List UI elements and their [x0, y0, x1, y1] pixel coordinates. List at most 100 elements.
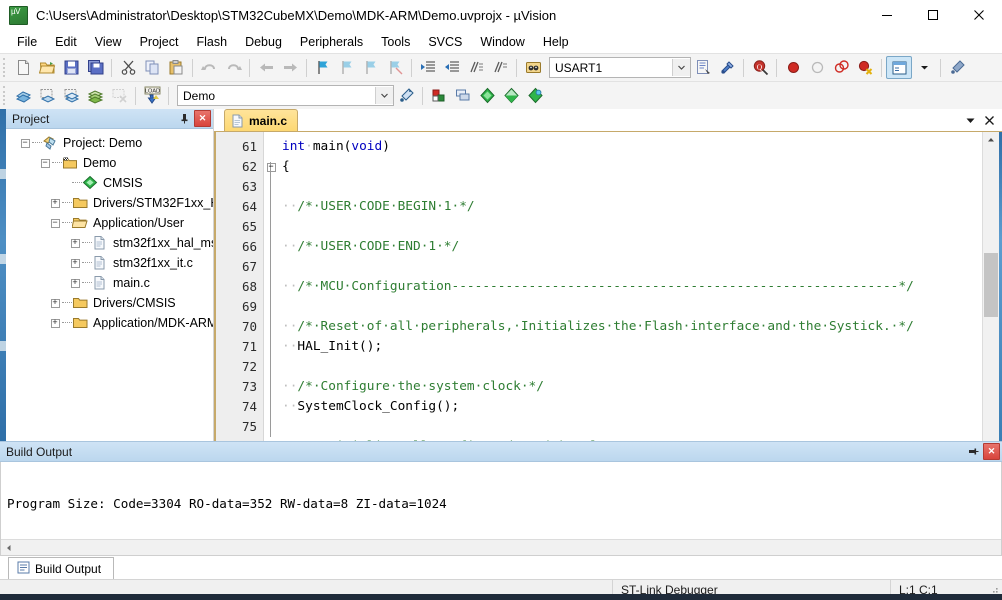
- save-all-icon[interactable]: [83, 56, 107, 79]
- editor-vertical-scrollbar[interactable]: [982, 132, 999, 441]
- menu-view[interactable]: View: [86, 33, 131, 51]
- expander-plus-icon[interactable]: +: [48, 313, 62, 333]
- chevron-down-icon[interactable]: [672, 59, 690, 76]
- project-window-toggle-icon[interactable]: [886, 56, 912, 79]
- start-debug-session-icon[interactable]: [521, 56, 545, 79]
- paste-icon[interactable]: [164, 56, 188, 79]
- expander-minus-icon[interactable]: −: [38, 153, 52, 173]
- pin-icon[interactable]: [966, 444, 981, 459]
- select-target-combo[interactable]: USART1: [549, 57, 691, 78]
- components-manager-icon[interactable]: [451, 84, 475, 107]
- options-for-target-icon[interactable]: [691, 56, 715, 79]
- minimize-icon[interactable]: [864, 0, 910, 30]
- comment-icon[interactable]: [464, 56, 488, 79]
- tree-item-target-demo[interactable]: − Demo: [6, 153, 213, 173]
- download-to-flash-icon[interactable]: LOAD: [140, 84, 164, 107]
- menu-file[interactable]: File: [8, 33, 46, 51]
- expander-plus-icon[interactable]: +: [68, 273, 82, 293]
- uncomment-icon[interactable]: [488, 56, 512, 79]
- scroll-thumb[interactable]: [984, 253, 998, 317]
- menu-tools[interactable]: Tools: [372, 33, 419, 51]
- breakpoint-icon[interactable]: [781, 56, 805, 79]
- menu-edit[interactable]: Edit: [46, 33, 86, 51]
- maximize-icon[interactable]: [910, 0, 956, 30]
- bookmark-next-icon[interactable]: [359, 56, 383, 79]
- tree-item-cmsis[interactable]: CMSIS: [6, 173, 213, 193]
- rebuild-all-icon[interactable]: [59, 84, 83, 107]
- cut-icon[interactable]: [116, 56, 140, 79]
- code-folding-column[interactable]: −: [264, 132, 278, 441]
- expander-minus-icon[interactable]: −: [18, 133, 32, 153]
- menu-flash[interactable]: Flash: [187, 33, 236, 51]
- copy-icon[interactable]: [140, 56, 164, 79]
- save-icon[interactable]: [59, 56, 83, 79]
- close-icon[interactable]: ✕: [194, 110, 211, 127]
- code-text-area[interactable]: int·main(void){ ··/*·USER·CODE·BEGIN·1·*…: [278, 132, 982, 441]
- chevron-down-icon[interactable]: [375, 87, 393, 104]
- tree-item-application-user[interactable]: − Application/User: [6, 213, 213, 233]
- find-in-files-icon[interactable]: Q: [748, 56, 772, 79]
- bottom-tab-build-output[interactable]: Build Output: [8, 557, 115, 579]
- open-file-icon[interactable]: [35, 56, 59, 79]
- pack-installer-icon[interactable]: [475, 84, 499, 107]
- bookmark-clear-icon[interactable]: [383, 56, 407, 79]
- tree-item-drivers-cmsis[interactable]: + Drivers/CMSIS: [6, 293, 213, 313]
- tree-item-main-c[interactable]: + main.c: [6, 273, 213, 293]
- undo-icon[interactable]: [197, 56, 221, 79]
- target-options-icon[interactable]: [394, 84, 418, 107]
- bookmark-prev-icon[interactable]: [335, 56, 359, 79]
- close-icon[interactable]: ✕: [983, 443, 1000, 460]
- bookmark-toggle-icon[interactable]: [311, 56, 335, 79]
- project-window-dropdown-icon[interactable]: [912, 56, 936, 79]
- build-output-horizontal-scrollbar[interactable]: [1, 539, 1001, 555]
- manage-project-items-icon[interactable]: [427, 84, 451, 107]
- tree-item-project[interactable]: − Project: Demo: [6, 133, 213, 153]
- menu-debug[interactable]: Debug: [236, 33, 291, 51]
- code-editor[interactable]: 61 62 63 64 65 66 67 68 69 70 71 72 73 7…: [214, 132, 1002, 441]
- chevron-left-icon[interactable]: [1, 540, 16, 555]
- tree-item-stm32f1xx-hal-msp[interactable]: + stm32f1xx_hal_ms: [6, 233, 213, 253]
- new-file-icon[interactable]: [11, 56, 35, 79]
- select-project-target-combo[interactable]: Demo: [177, 85, 394, 106]
- expander-plus-icon[interactable]: +: [68, 253, 82, 273]
- stop-build-icon[interactable]: [107, 84, 131, 107]
- navigate-back-icon[interactable]: [254, 56, 278, 79]
- configuration-wizard-icon[interactable]: [945, 56, 969, 79]
- expander-plus-icon[interactable]: +: [48, 193, 62, 213]
- close-icon[interactable]: [956, 0, 1002, 30]
- menu-peripherals[interactable]: Peripherals: [291, 33, 372, 51]
- tree-item-drivers-hal[interactable]: + Drivers/STM32F1xx_HA: [6, 193, 213, 213]
- software-packs-icon[interactable]: [499, 84, 523, 107]
- breakpoint-disable-icon[interactable]: [805, 56, 829, 79]
- batch-build-icon[interactable]: [83, 84, 107, 107]
- tree-item-application-mdk-arm[interactable]: + Application/MDK-ARM: [6, 313, 213, 333]
- toolbar-grip[interactable]: [3, 86, 8, 105]
- toolbar-grip[interactable]: [3, 58, 8, 77]
- expander-plus-icon[interactable]: +: [48, 293, 62, 313]
- kill-all-breakpoints-icon[interactable]: [829, 56, 853, 79]
- fold-toggle-main[interactable]: −: [264, 157, 278, 177]
- menu-help[interactable]: Help: [534, 33, 578, 51]
- build-target-icon[interactable]: [35, 84, 59, 107]
- indent-icon[interactable]: [416, 56, 440, 79]
- project-tree[interactable]: − Project: Demo − Demo CMSIS + Drivers/S…: [6, 129, 213, 441]
- translate-file-icon[interactable]: [11, 84, 35, 107]
- build-output-body[interactable]: Program Size: Code=3304 RO-data=352 RW-d…: [0, 462, 1002, 556]
- menu-project[interactable]: Project: [131, 33, 188, 51]
- scroll-track[interactable]: [983, 148, 999, 441]
- software-packs-alt-icon[interactable]: [523, 84, 547, 107]
- chevron-down-icon[interactable]: [962, 112, 979, 129]
- outdent-icon[interactable]: [440, 56, 464, 79]
- pin-icon[interactable]: [177, 111, 192, 126]
- close-icon[interactable]: [981, 112, 998, 129]
- manage-runtime-env-icon[interactable]: [715, 56, 739, 79]
- navigate-forward-icon[interactable]: [278, 56, 302, 79]
- disable-all-breakpoints-icon[interactable]: [853, 56, 877, 79]
- redo-icon[interactable]: [221, 56, 245, 79]
- menu-window[interactable]: Window: [471, 33, 533, 51]
- expander-minus-icon[interactable]: −: [48, 213, 62, 233]
- scroll-up-icon[interactable]: [983, 132, 999, 148]
- tree-item-stm32f1xx-it-c[interactable]: + stm32f1xx_it.c: [6, 253, 213, 273]
- expander-plus-icon[interactable]: +: [68, 233, 82, 253]
- menu-svcs[interactable]: SVCS: [419, 33, 471, 51]
